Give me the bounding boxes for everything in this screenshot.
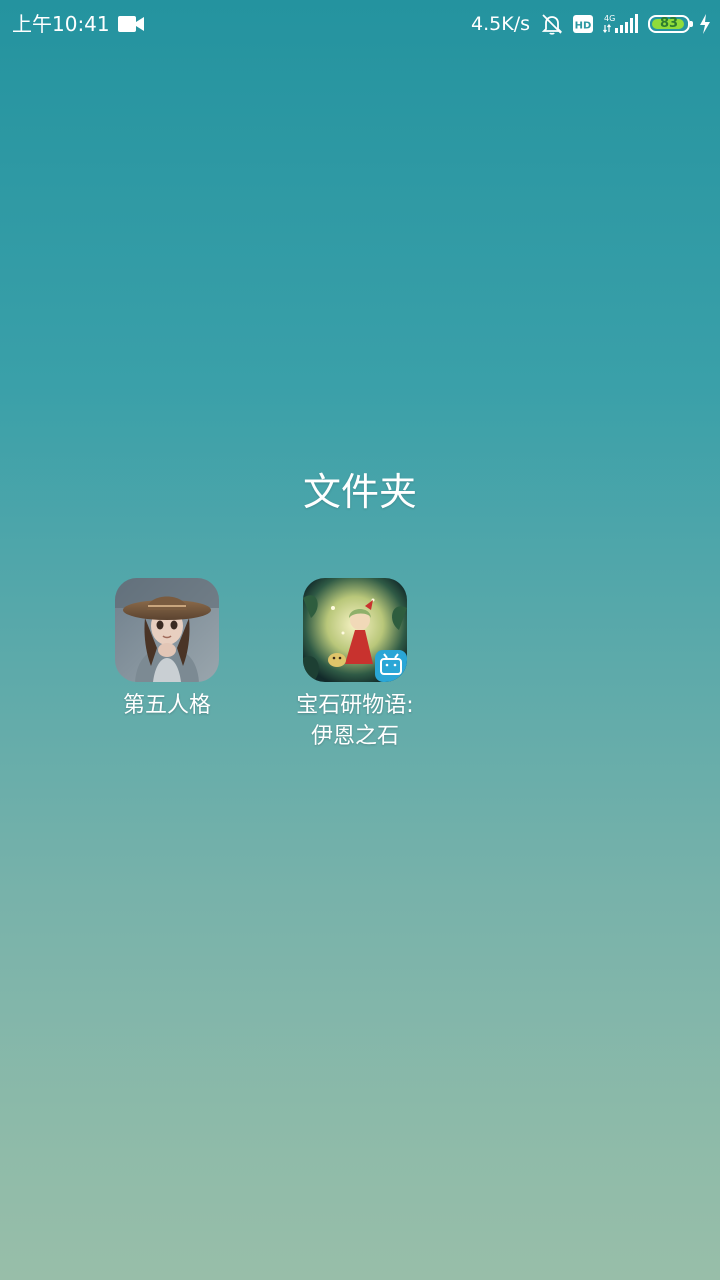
app-label: 第五人格 xyxy=(82,690,252,721)
app-name-line1: 宝石研物语: xyxy=(296,693,414,718)
identity-v-app-icon[interactable] xyxy=(115,578,219,682)
battery-cap xyxy=(690,21,693,27)
app-name-line2: 伊恩之石 xyxy=(310,724,399,749)
network-speed: 4.5K/s xyxy=(471,13,530,35)
status-time: 上午10:41 xyxy=(12,12,110,36)
app-gem-story[interactable]: 宝石研物语: 伊恩之石 xyxy=(270,578,440,752)
status-bar: 上午10:41 4.5K/s HD 4G 83 xyxy=(0,0,720,48)
svg-text:HD: HD xyxy=(575,21,592,32)
gem-story-app-icon[interactable] xyxy=(303,578,407,682)
bell-off-icon xyxy=(541,14,563,35)
status-right-group: 4.5K/s HD 4G 83 xyxy=(471,10,712,38)
charging-bolt-icon xyxy=(700,14,710,34)
video-camera-icon xyxy=(118,16,144,32)
battery-level: 83 xyxy=(659,16,679,31)
app-name-line1: 第五人格 xyxy=(122,693,211,718)
app-identity-v[interactable]: 第五人格 xyxy=(82,578,252,721)
hd-icon: HD xyxy=(573,15,593,33)
signal-4g-icon: 4G xyxy=(603,14,638,33)
folder-title[interactable]: 文件夹 xyxy=(0,466,720,518)
svg-text:4G: 4G xyxy=(604,14,615,23)
battery-icon: 83 xyxy=(648,15,693,33)
app-label: 宝石研物语: 伊恩之石 xyxy=(270,690,440,752)
